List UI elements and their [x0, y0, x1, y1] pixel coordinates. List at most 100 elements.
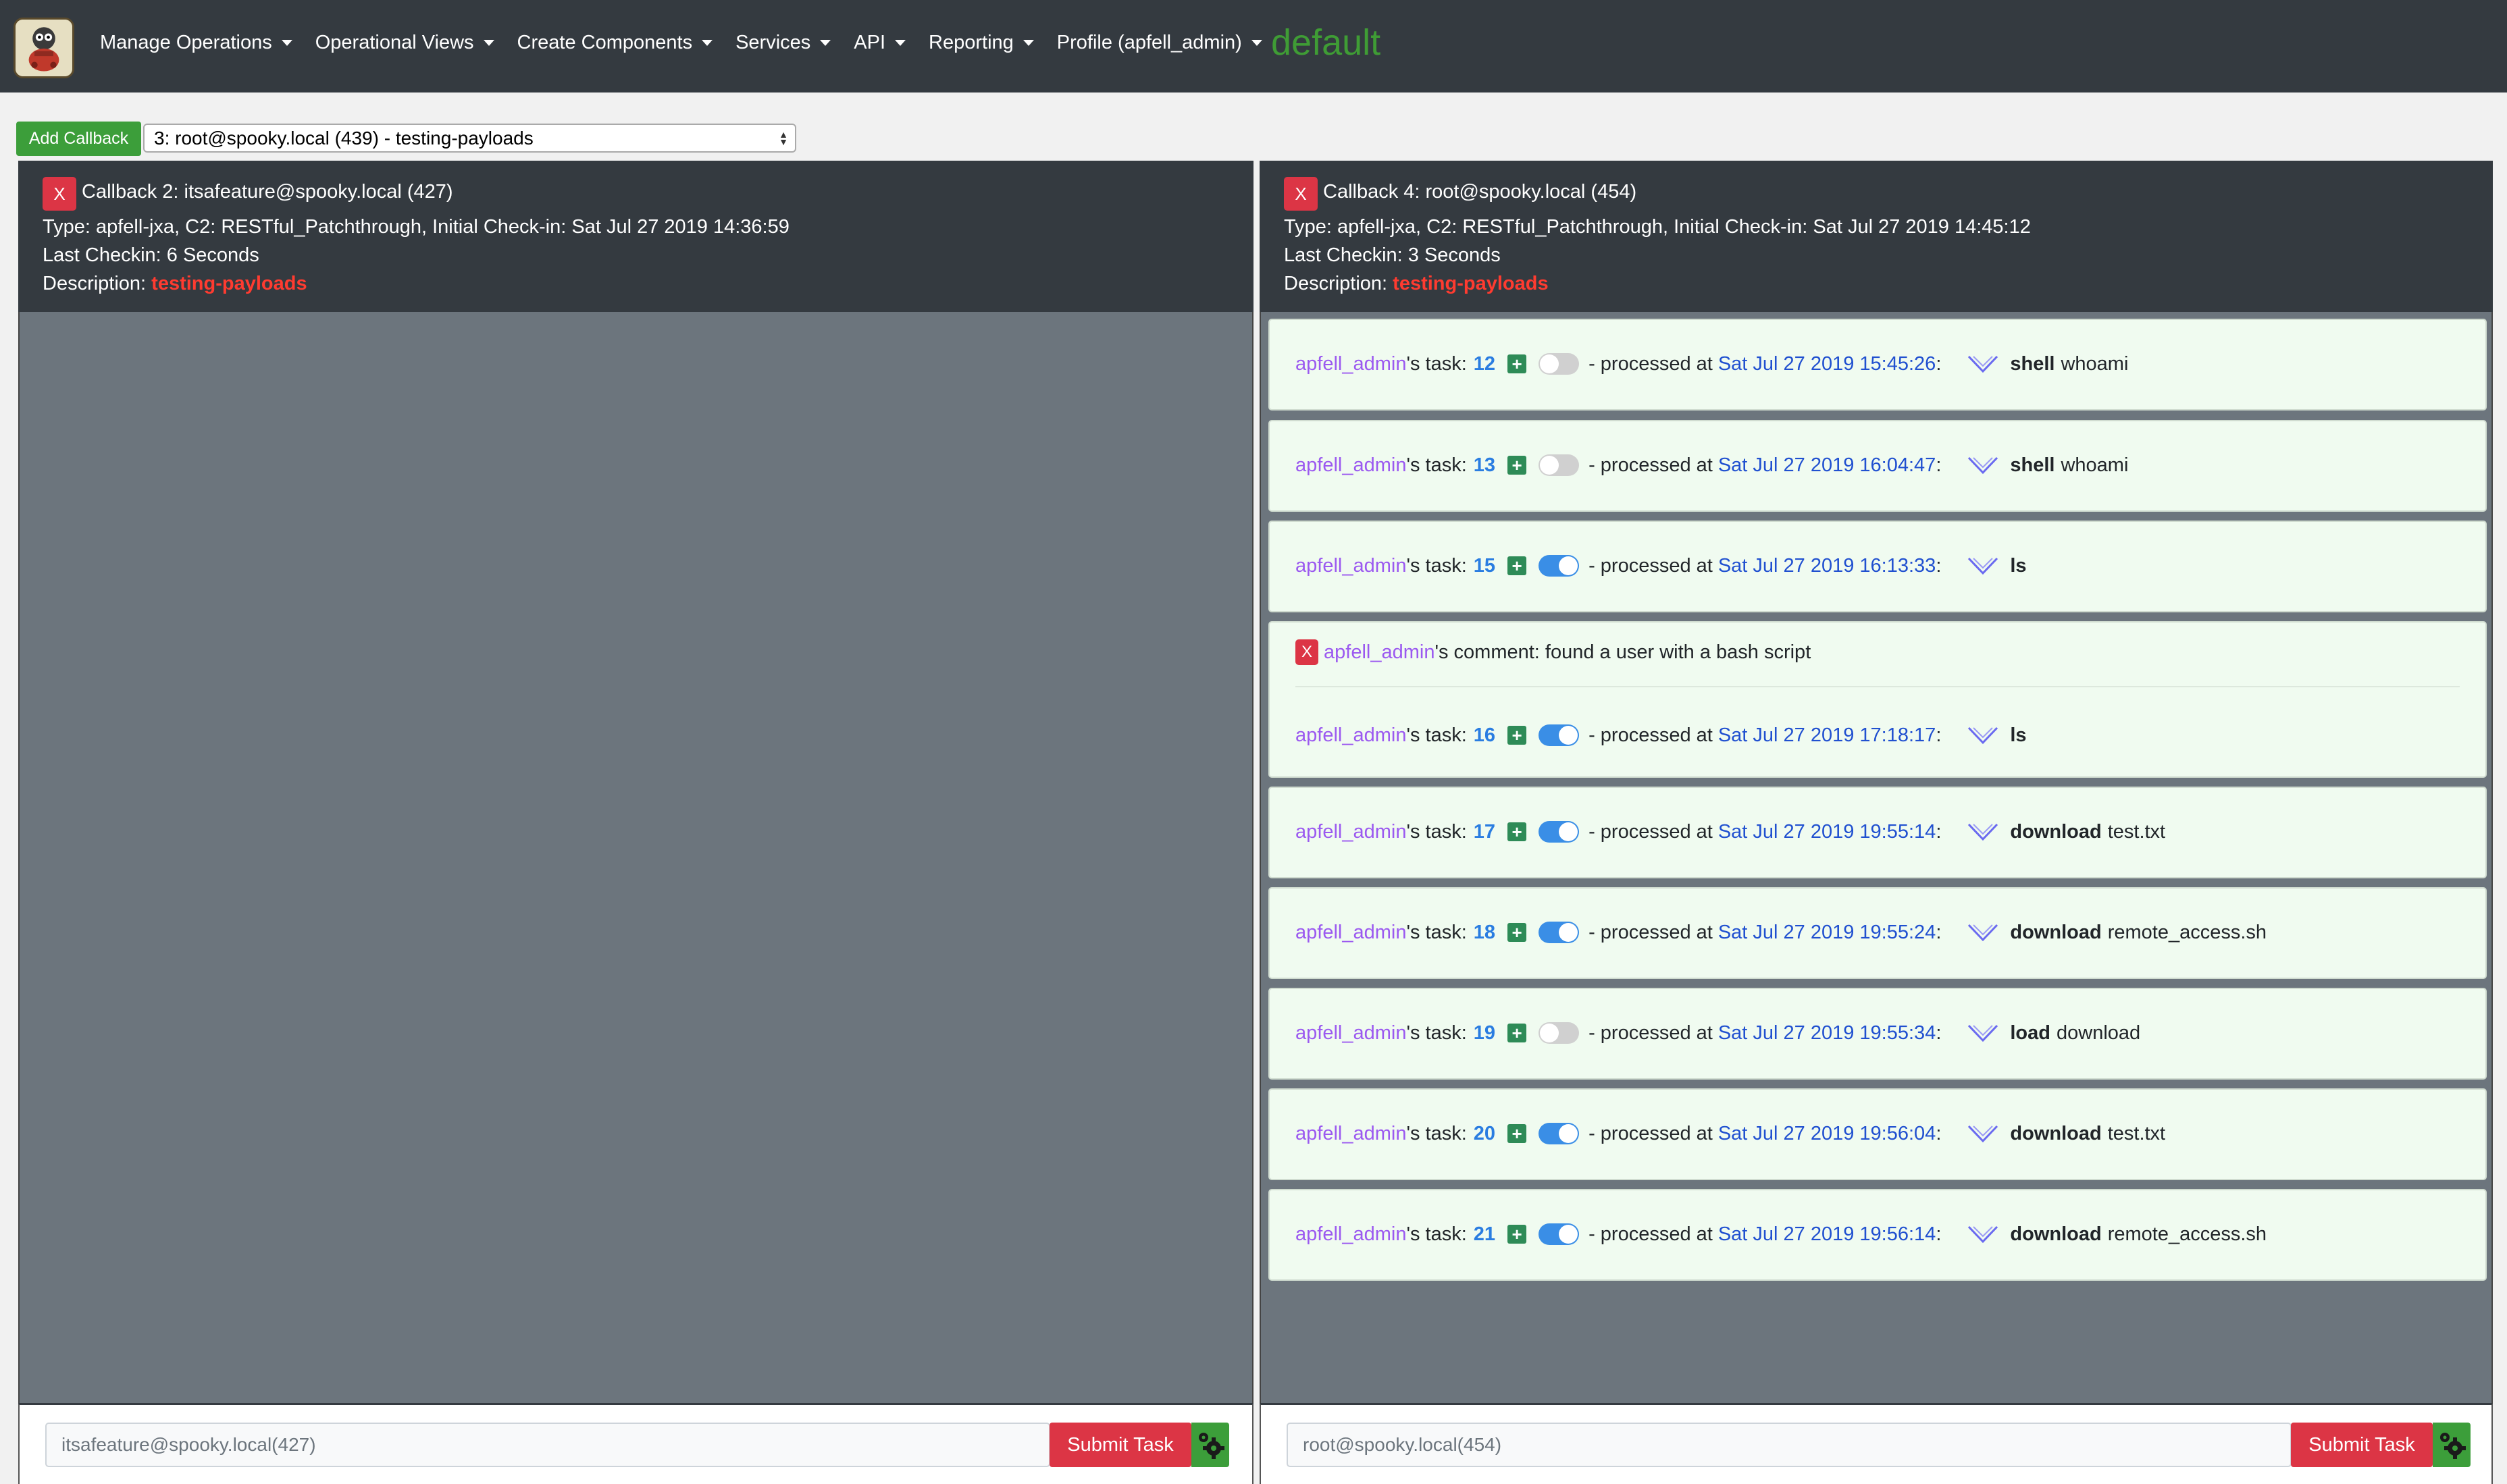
- task-command: download: [2010, 1122, 2102, 1144]
- chevron-down-icon[interactable]: [1967, 921, 1999, 944]
- toggle-knob: [1540, 1024, 1559, 1042]
- nav-api[interactable]: API: [854, 32, 906, 54]
- task-toggle[interactable]: [1539, 353, 1580, 375]
- task-list-area: apfell_admin's task: 12 + - processed at …: [1260, 312, 2493, 1403]
- task-user[interactable]: apfell_admin: [1295, 821, 1406, 843]
- task-toggle[interactable]: [1539, 821, 1580, 843]
- toggle-knob: [1559, 822, 1578, 841]
- gear-icon[interactable]: [1191, 1423, 1229, 1467]
- task-id[interactable]: 16: [1474, 724, 1495, 747]
- task-user[interactable]: apfell_admin: [1295, 1022, 1406, 1044]
- nav-operational-views[interactable]: Operational Views: [315, 32, 494, 54]
- task-command-input[interactable]: itsafeature@spooky.local(427): [45, 1423, 1050, 1467]
- task-id[interactable]: 13: [1474, 454, 1495, 477]
- task-timestamp: Sat Jul 27 2019 16:04:47: [1717, 454, 1936, 476]
- submit-task-button[interactable]: Submit Task: [2291, 1423, 2433, 1467]
- task-user[interactable]: apfell_admin: [1295, 1123, 1406, 1145]
- task-timestamp: Sat Jul 27 2019 19:55:14: [1717, 820, 1936, 843]
- add-comment-icon[interactable]: +: [1507, 456, 1527, 475]
- add-comment-icon[interactable]: +: [1507, 1124, 1527, 1143]
- nav-reporting[interactable]: Reporting: [929, 32, 1034, 54]
- task-toggle[interactable]: [1539, 1223, 1580, 1245]
- processed-label: - processed at: [1588, 352, 1713, 375]
- chevron-down-icon[interactable]: [1967, 1122, 1999, 1145]
- nav-manage-operations[interactable]: Manage Operations: [100, 32, 292, 54]
- colon: :: [1936, 554, 1942, 577]
- task-toggle[interactable]: [1539, 1123, 1580, 1144]
- add-comment-icon[interactable]: +: [1507, 923, 1527, 942]
- chevron-down-icon[interactable]: [1967, 820, 1999, 843]
- apfell-logo-icon[interactable]: [14, 18, 74, 78]
- callback-checkin-line: Last Checkin: 6 Seconds: [43, 244, 259, 266]
- current-operation-name: default: [1271, 22, 1381, 63]
- task-toggle[interactable]: [1539, 922, 1580, 943]
- add-comment-icon[interactable]: +: [1507, 556, 1527, 575]
- close-callback-button[interactable]: X: [43, 177, 76, 211]
- callback-panel-2: X Callback 2: itsafeature@spooky.local (…: [18, 161, 1254, 1484]
- task-user[interactable]: apfell_admin: [1295, 555, 1406, 577]
- task-id[interactable]: 17: [1474, 821, 1495, 843]
- chevron-down-icon[interactable]: [1967, 352, 1999, 375]
- task-user[interactable]: apfell_admin: [1295, 724, 1406, 747]
- callback-header: X Callback 2: itsafeature@spooky.local (…: [18, 161, 1254, 312]
- add-comment-icon[interactable]: +: [1507, 354, 1527, 373]
- processed-label: - processed at: [1588, 1223, 1713, 1245]
- task-timestamp: Sat Jul 27 2019 19:55:24: [1717, 921, 1936, 943]
- chevron-down-icon[interactable]: [1967, 724, 1999, 747]
- gear-icon[interactable]: [2433, 1423, 2471, 1467]
- task-toggle[interactable]: [1539, 1022, 1580, 1044]
- task-input-bar: itsafeature@spooky.local(427) Submit Tas…: [18, 1403, 1254, 1484]
- task-command: load: [2010, 1022, 2050, 1044]
- delete-comment-button[interactable]: X: [1295, 639, 1318, 665]
- submit-task-button[interactable]: Submit Task: [1050, 1423, 1191, 1467]
- task-label: 's task:: [1406, 554, 1467, 577]
- task-input-bar: root@spooky.local(454) Submit Task: [1260, 1403, 2493, 1484]
- task-user[interactable]: apfell_admin: [1295, 353, 1406, 375]
- task-id[interactable]: 21: [1474, 1223, 1495, 1246]
- task-command-input[interactable]: root@spooky.local(454): [1287, 1423, 2292, 1467]
- task-command: ls: [2010, 554, 2027, 577]
- add-comment-icon[interactable]: +: [1507, 1225, 1527, 1244]
- task-row: apfell_admin's task: 21 + - processed at …: [1295, 1223, 2267, 1246]
- colon: :: [1936, 1223, 1942, 1245]
- task-params: download: [2057, 1022, 2141, 1044]
- task-user[interactable]: apfell_admin: [1295, 1223, 1406, 1246]
- task-row: apfell_admin's task: 13 + - processed at …: [1295, 454, 2128, 477]
- chevron-down-icon[interactable]: [1967, 1022, 1999, 1044]
- task-label: 's task:: [1406, 1122, 1467, 1144]
- chevron-down-icon[interactable]: [1967, 454, 1999, 477]
- nav-label: Profile (apfell_admin): [1056, 31, 1242, 53]
- task-toggle[interactable]: [1539, 454, 1580, 476]
- task-toggle[interactable]: [1539, 555, 1580, 577]
- nav-profile[interactable]: Profile (apfell_admin): [1057, 32, 1262, 54]
- task-params: test.txt: [2107, 1122, 2166, 1144]
- task-user[interactable]: apfell_admin: [1295, 454, 1406, 477]
- callback-select[interactable]: 3: root@spooky.local (439) - testing-pay…: [143, 124, 796, 153]
- chevron-down-icon[interactable]: [1967, 554, 1999, 577]
- callback-description: Description: testing-payloads: [43, 273, 307, 295]
- task-id[interactable]: 18: [1474, 922, 1495, 944]
- chevron-down-icon[interactable]: [1967, 1223, 1999, 1246]
- processed-label: - processed at: [1588, 554, 1713, 577]
- task-id[interactable]: 19: [1474, 1022, 1495, 1044]
- add-comment-icon[interactable]: +: [1507, 726, 1527, 745]
- comment-text: 's comment: found a user with a bash scr…: [1435, 641, 1811, 663]
- task-id[interactable]: 12: [1474, 353, 1495, 375]
- task-card: apfell_admin's task: 15 + - processed at …: [1268, 521, 2487, 612]
- task-row: apfell_admin's task: 18 + - processed at …: [1295, 921, 2267, 944]
- task-user[interactable]: apfell_admin: [1295, 922, 1406, 944]
- add-callback-button[interactable]: Add Callback: [16, 122, 141, 156]
- comment-user[interactable]: apfell_admin: [1324, 641, 1435, 663]
- processed-label: - processed at: [1588, 454, 1713, 476]
- close-callback-button[interactable]: X: [1284, 177, 1318, 211]
- nav-create-components[interactable]: Create Components: [517, 32, 713, 54]
- task-label: 's task:: [1406, 1223, 1467, 1245]
- add-comment-icon[interactable]: +: [1507, 822, 1527, 841]
- add-comment-icon[interactable]: +: [1507, 1024, 1527, 1042]
- task-id[interactable]: 15: [1474, 555, 1495, 577]
- nav-services[interactable]: Services: [735, 32, 831, 54]
- task-toggle[interactable]: [1539, 724, 1580, 746]
- task-id[interactable]: 20: [1474, 1123, 1495, 1145]
- caret-down-icon: [702, 39, 713, 46]
- colon: :: [1936, 352, 1942, 375]
